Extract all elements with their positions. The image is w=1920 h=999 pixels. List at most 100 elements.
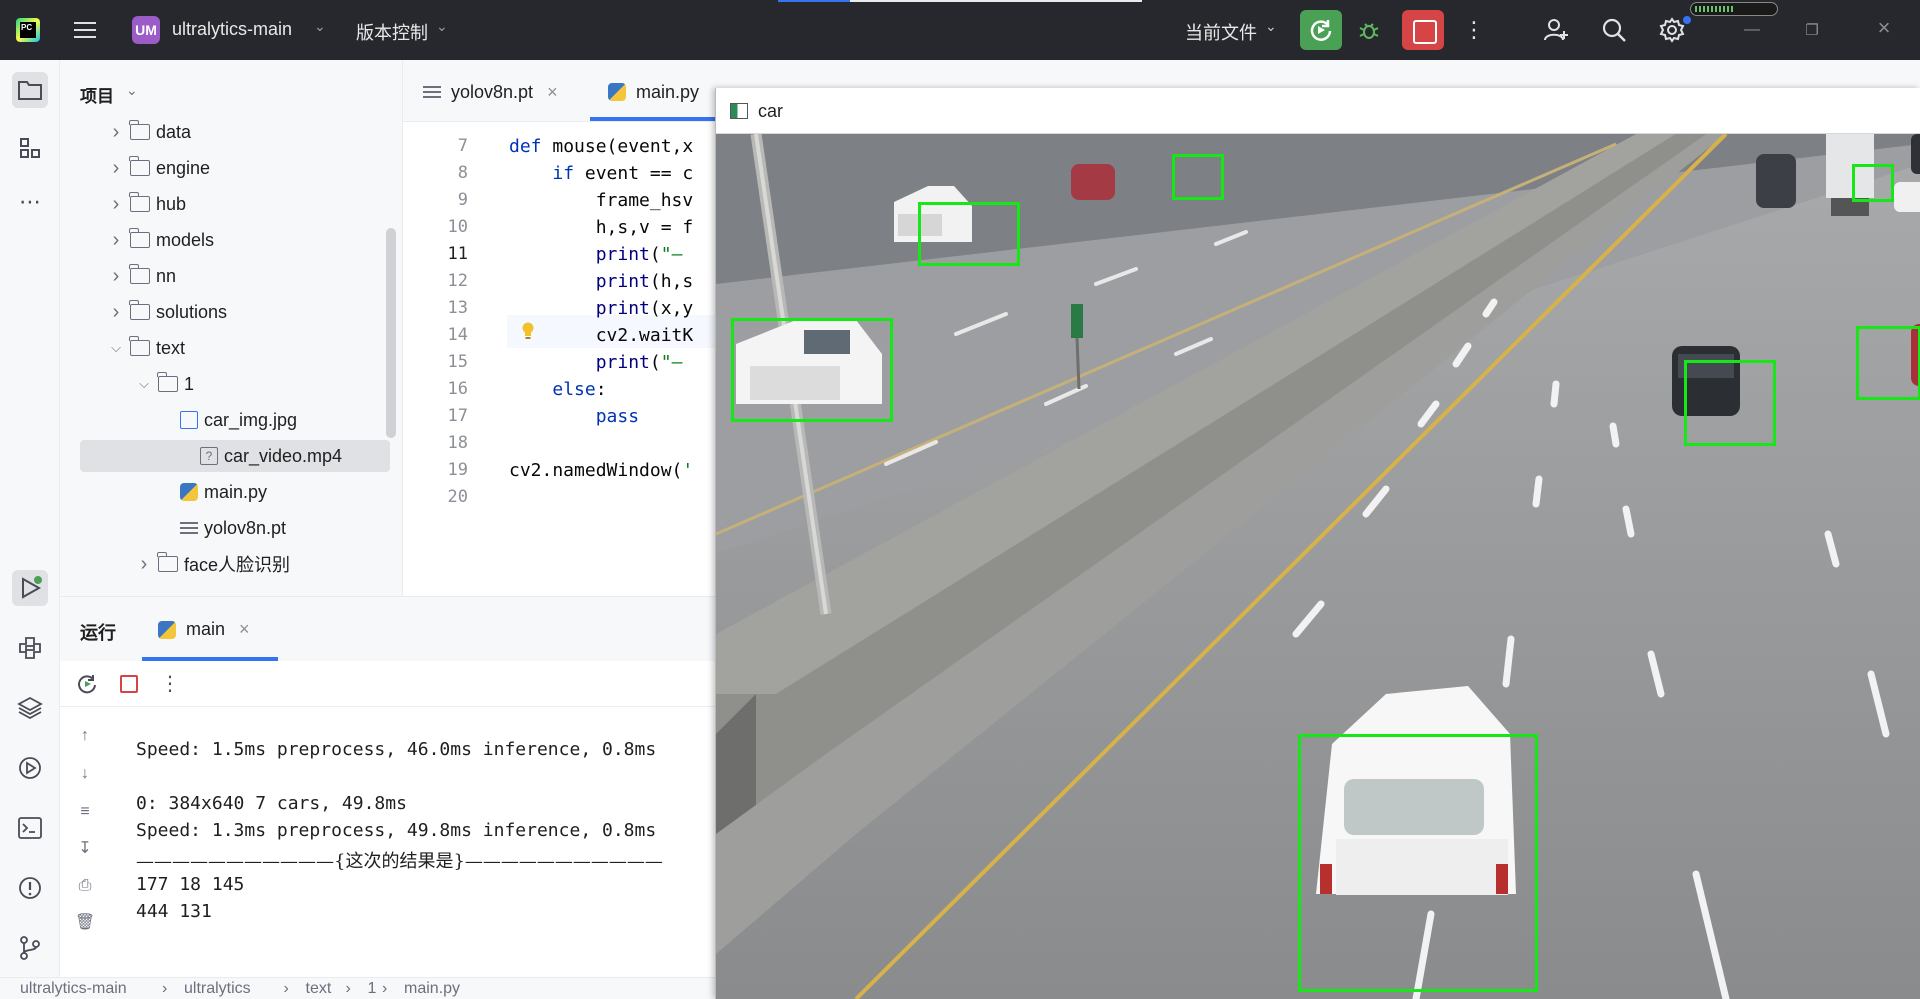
line-number: 10: [447, 217, 468, 237]
line-number: 13: [447, 298, 468, 318]
chevron-down-icon[interactable]: ⌵: [108, 340, 124, 356]
chevron-right-icon[interactable]: ›: [108, 121, 124, 144]
vcs-menu[interactable]: 版本控制: [356, 19, 428, 45]
close-icon[interactable]: ×: [239, 619, 250, 640]
run-configuration-select[interactable]: 当前文件: [1185, 19, 1257, 45]
add-user-icon[interactable]: [1540, 14, 1572, 46]
main-menu-icon[interactable]: [70, 16, 100, 44]
git-branch-icon[interactable]: [12, 930, 48, 966]
tree-item[interactable]: ⌵ text: [60, 332, 370, 364]
tree-item[interactable]: main.py: [60, 476, 370, 508]
tree-item[interactable]: › face人脸识别: [60, 548, 370, 580]
chevron-down-icon[interactable]: ⌄: [436, 18, 448, 35]
code-line: print("—: [595, 244, 683, 265]
search-icon[interactable]: [1598, 14, 1630, 46]
chevron-right-icon[interactable]: ›: [108, 265, 124, 288]
chevron-down-icon[interactable]: ⌄: [1265, 18, 1277, 35]
chevron-right-icon: ›: [283, 980, 289, 997]
detection-box: [1684, 360, 1776, 446]
breadcrumb-item[interactable]: main.py: [404, 980, 460, 998]
tree-item[interactable]: ⌵ 1: [60, 368, 370, 400]
text-file-icon: [180, 519, 198, 537]
line-number: 8: [457, 163, 468, 183]
line-gutter[interactable]: 7 8 9 10 11 12 13 14 15 16 17 18 19 20: [403, 122, 507, 596]
soft-wrap-icon[interactable]: ≡: [74, 801, 96, 823]
project-badge[interactable]: UM: [132, 16, 160, 44]
close-icon[interactable]: ×: [547, 82, 558, 103]
more-actions-icon[interactable]: ⋮: [160, 671, 180, 696]
tree-item[interactable]: › models: [60, 224, 370, 256]
scroll-to-end-icon[interactable]: ↧: [74, 837, 96, 859]
more-tools-icon[interactable]: ⋯: [12, 184, 48, 220]
unknown-file-icon: ?: [200, 447, 218, 465]
maximize-window-icon[interactable]: ❐: [1800, 18, 1824, 42]
scroll-down-icon[interactable]: ↓: [74, 763, 96, 785]
chevron-right-icon[interactable]: ›: [108, 229, 124, 252]
chevron-right-icon[interactable]: ›: [108, 157, 124, 180]
line-number: 17: [447, 406, 468, 426]
memory-indicator[interactable]: [1690, 2, 1778, 16]
tree-item[interactable]: › hub: [60, 188, 370, 220]
tree-item[interactable]: car_img.jpg: [60, 404, 370, 436]
tree-item[interactable]: › solutions: [60, 296, 370, 328]
tab-yolov8n-pt[interactable]: yolov8n.pt ×: [423, 78, 558, 106]
breadcrumb-item[interactable]: ultralytics-main: [20, 980, 127, 998]
video-frame[interactable]: [716, 134, 1920, 999]
minimize-window-icon[interactable]: —: [1740, 18, 1764, 42]
line-number: 12: [447, 271, 468, 291]
line-number: 11: [447, 244, 468, 264]
code-line: frame_hsv: [509, 190, 694, 211]
more-actions-icon[interactable]: ⋮: [1462, 14, 1486, 46]
close-window-icon[interactable]: ×: [1872, 15, 1896, 40]
tree-item[interactable]: › engine: [60, 152, 370, 184]
rerun-button[interactable]: [1300, 10, 1342, 50]
breadcrumb-item[interactable]: text: [306, 980, 332, 998]
stop-button[interactable]: [1402, 10, 1444, 50]
console-line: ———————————{这次的结果是}———————————: [136, 851, 663, 872]
folder-icon: [129, 228, 150, 248]
project-folder-icon[interactable]: [12, 72, 48, 108]
chevron-down-icon[interactable]: ⌄: [126, 82, 138, 99]
layers-icon[interactable]: [12, 690, 48, 726]
python-console-icon[interactable]: [12, 630, 48, 666]
console-line: 0: 384x640 7 cars, 49.8ms: [136, 793, 407, 814]
breadcrumb-item[interactable]: ultralytics: [184, 980, 251, 998]
services-icon[interactable]: [12, 750, 48, 786]
title-bar: PC UM ultralytics-main ⌄ 版本控制 ⌄ 当前文件 ⌄ ⋮…: [0, 0, 1920, 60]
chevron-right-icon[interactable]: ›: [108, 193, 124, 216]
breadcrumb-item[interactable]: 1: [368, 980, 377, 998]
chevron-right-icon[interactable]: ›: [136, 553, 152, 576]
project-panel-title[interactable]: 项目: [80, 82, 114, 107]
terminal-icon[interactable]: [12, 810, 48, 846]
chevron-right-icon[interactable]: ›: [108, 301, 124, 324]
tab-main-py[interactable]: main.py: [608, 78, 699, 106]
code-line: cv2.namedWindow(': [509, 460, 694, 481]
window-icon: [730, 103, 748, 119]
tree-item[interactable]: ? car_video.mp4: [80, 440, 390, 472]
tree-item-label: car_video.mp4: [224, 445, 343, 466]
stop-icon[interactable]: [120, 675, 138, 693]
tree-item-label: hub: [156, 193, 187, 214]
tree-item[interactable]: › data: [60, 116, 370, 148]
tree-item[interactable]: yolov8n.pt: [60, 512, 370, 544]
project-tool-window: 项目 ⌄ › data › engine › hub › models › nn › solution…: [60, 60, 403, 596]
rerun-icon[interactable]: [76, 673, 98, 700]
line-number: 15: [447, 352, 468, 372]
structure-icon[interactable]: [12, 130, 48, 166]
car-window-titlebar[interactable]: car: [716, 88, 1920, 134]
pycharm-logo-icon[interactable]: PC: [16, 18, 40, 42]
tool-window-strip: ⋯: [0, 60, 60, 999]
scroll-up-icon[interactable]: ↑: [74, 725, 96, 747]
trash-icon[interactable]: 🗑: [74, 911, 96, 933]
console-line: Speed: 1.3ms preprocess, 49.8ms inferenc…: [136, 820, 657, 841]
tree-item[interactable]: › nn: [60, 260, 370, 292]
run-tool-icon[interactable]: [12, 570, 48, 606]
chevron-down-icon[interactable]: ⌵: [136, 376, 152, 392]
scrollbar[interactable]: [386, 228, 396, 438]
project-name[interactable]: ultralytics-main: [172, 19, 292, 40]
debug-button[interactable]: [1352, 14, 1386, 46]
run-tab-main[interactable]: main ×: [158, 619, 250, 640]
chevron-down-icon[interactable]: ⌄: [314, 18, 326, 35]
print-icon[interactable]: ⎙: [74, 875, 96, 897]
problems-icon[interactable]: [12, 870, 48, 906]
